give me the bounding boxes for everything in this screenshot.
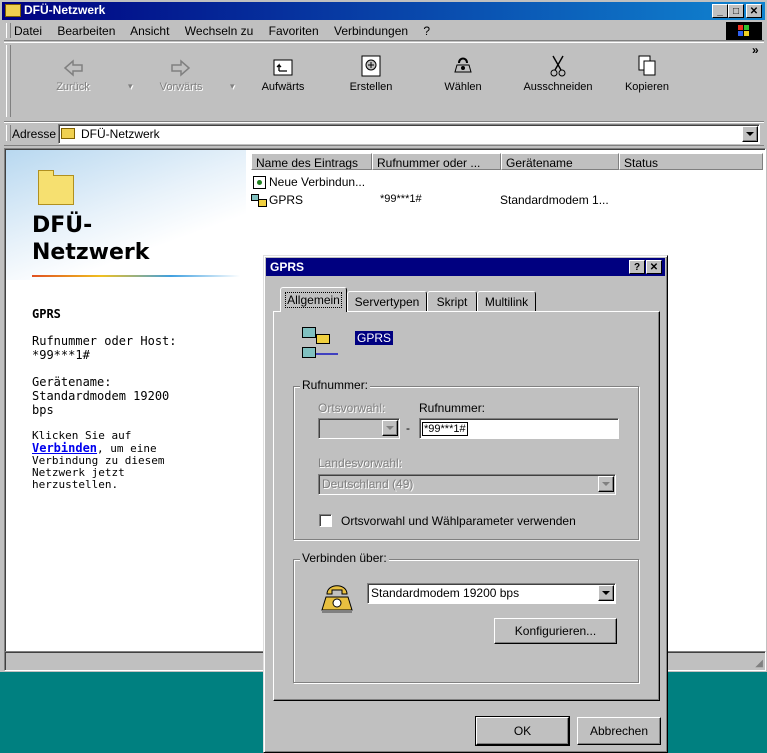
connection-computers-icon: [251, 194, 267, 207]
scissors-icon: [550, 55, 566, 77]
toolbar: Zurück ▾ Vorwärts ▾ Aufwärts Erstellen W…: [4, 42, 764, 122]
new-connection-icon: [253, 176, 266, 189]
column-header-device[interactable]: Gerätename: [501, 153, 619, 170]
list-item[interactable]: Neue Verbindun...: [251, 175, 731, 191]
cut-button[interactable]: Ausschneiden: [518, 49, 598, 93]
back-dropdown-icon[interactable]: ▾: [128, 81, 133, 92]
dialing-rules-label[interactable]: Ortsvorwahl und Wählparameter verwenden: [341, 514, 576, 528]
telephone-icon: [321, 585, 353, 613]
ortsvorwahl-label: Ortsvorwahl:: [318, 401, 386, 415]
rufnummer-input[interactable]: *99***1#: [419, 418, 619, 439]
menu-bearbeiten[interactable]: Bearbeiten: [57, 24, 115, 38]
connection-computers-large-icon: [302, 327, 340, 361]
dial-phone-icon: [454, 57, 472, 73]
menu-favoriten[interactable]: Favoriten: [269, 24, 319, 38]
up-folder-icon: [273, 59, 293, 76]
connect-link[interactable]: Verbinden: [32, 441, 97, 455]
modem-select[interactable]: Standardmodem 19200 bps: [367, 583, 616, 604]
create-button[interactable]: Erstellen: [340, 49, 402, 93]
window-title: DFÜ-Netzwerk: [24, 3, 106, 17]
menu-bar: Datei Bearbeiten Ansicht Wechseln zu Fav…: [4, 22, 764, 41]
area-code-separator: -: [406, 421, 410, 435]
forward-button[interactable]: Vorwärts: [150, 49, 212, 93]
window-title-bar[interactable]: DFÜ-Netzwerk _ □ ✕: [2, 2, 765, 20]
dialing-rules-checkbox[interactable]: [319, 514, 332, 527]
minimize-button[interactable]: _: [712, 4, 728, 18]
sidebar-rule: [32, 275, 240, 277]
rufnummer-label: Rufnummer:: [419, 401, 486, 415]
landesvorwahl-label: Landesvorwahl:: [318, 456, 403, 470]
dialog-title-bar[interactable]: GPRS ? ✕: [266, 258, 665, 276]
menu-ansicht[interactable]: Ansicht: [130, 24, 169, 38]
close-button[interactable]: ✕: [746, 4, 762, 18]
chevron-down-icon: [602, 482, 610, 486]
menu-wechseln-zu[interactable]: Wechseln zu: [185, 24, 253, 38]
landesvorwahl-combo[interactable]: Deutschland (49): [318, 474, 616, 495]
back-button[interactable]: Zurück: [42, 49, 104, 93]
column-header-status[interactable]: Status: [619, 153, 763, 170]
menu-datei[interactable]: Datei: [14, 24, 42, 38]
rufnummer-group-label: Rufnummer:: [300, 378, 371, 392]
sidebar-heading: DFÜ- Netzwerk: [32, 213, 150, 265]
dialog-help-button[interactable]: ?: [629, 260, 645, 274]
windows-logo-icon: [726, 22, 762, 40]
dialog-close-button[interactable]: ✕: [646, 260, 662, 274]
up-button[interactable]: Aufwärts: [252, 49, 314, 93]
folder-icon: [38, 170, 74, 205]
modem-phone-icon: [318, 580, 356, 616]
menu-help[interactable]: ?: [423, 24, 430, 38]
tab-skript[interactable]: Skript: [427, 291, 477, 311]
cancel-button[interactable]: Abbrechen: [577, 717, 661, 745]
sidebar-hint: Klicken Sie auf Verbinden, um eine Verbi…: [32, 429, 165, 491]
column-header-number[interactable]: Rufnummer oder ...: [372, 153, 501, 170]
list-item[interactable]: GPRS *99***1# Standardmodem 1...: [251, 193, 731, 209]
address-dropdown-button[interactable]: [742, 126, 758, 142]
copy-button[interactable]: Kopieren: [616, 49, 678, 93]
forward-arrow-icon: [171, 59, 191, 77]
column-header-name[interactable]: Name des Eintrags: [251, 153, 372, 170]
dial-button[interactable]: Wählen: [432, 49, 494, 93]
dialup-folder-icon: [5, 4, 21, 17]
dialog-title: GPRS: [270, 260, 305, 274]
back-arrow-icon: [63, 59, 83, 77]
ok-button[interactable]: OK: [475, 716, 570, 746]
list-header: Name des Eintrags Rufnummer oder ... Ger…: [251, 153, 763, 170]
chevron-down-icon: [746, 132, 754, 136]
tab-servertypen[interactable]: Servertypen: [347, 291, 427, 311]
address-label: Adresse: [12, 127, 57, 141]
create-connection-icon: [361, 55, 381, 77]
maximize-button[interactable]: □: [728, 4, 744, 18]
dialup-folder-small-icon: [61, 128, 75, 139]
modem-dropdown-button[interactable]: [598, 585, 614, 601]
configure-button[interactable]: Konfigurieren...: [494, 618, 617, 644]
menu-verbindungen[interactable]: Verbindungen: [334, 24, 408, 38]
connect-via-label: Verbinden über:: [300, 551, 389, 565]
ortsvorwahl-dropdown-button[interactable]: [382, 420, 398, 436]
address-bar: Adresse DFÜ-Netzwerk: [4, 122, 764, 146]
sidebar-details: GPRS Rufnummer oder Host: *99***1# Gerät…: [32, 307, 177, 491]
forward-dropdown-icon[interactable]: ▾: [230, 81, 235, 92]
ortsvorwahl-combo[interactable]: [318, 418, 400, 439]
tab-general[interactable]: Allgemein: [280, 287, 347, 312]
address-input[interactable]: DFÜ-Netzwerk: [58, 124, 760, 144]
toolbar-more-button[interactable]: »: [752, 43, 759, 57]
chevron-down-icon: [386, 426, 394, 430]
landesvorwahl-dropdown-button[interactable]: [598, 476, 614, 492]
copy-icon: [638, 55, 656, 76]
tab-multilink[interactable]: Multilink: [477, 291, 536, 311]
menu-grip: [6, 23, 11, 38]
resize-grip-icon[interactable]: ◢: [755, 658, 763, 669]
connection-name-field[interactable]: GPRS: [355, 331, 394, 345]
sidebar-item-name: GPRS: [32, 307, 61, 321]
chevron-down-icon: [602, 591, 610, 595]
